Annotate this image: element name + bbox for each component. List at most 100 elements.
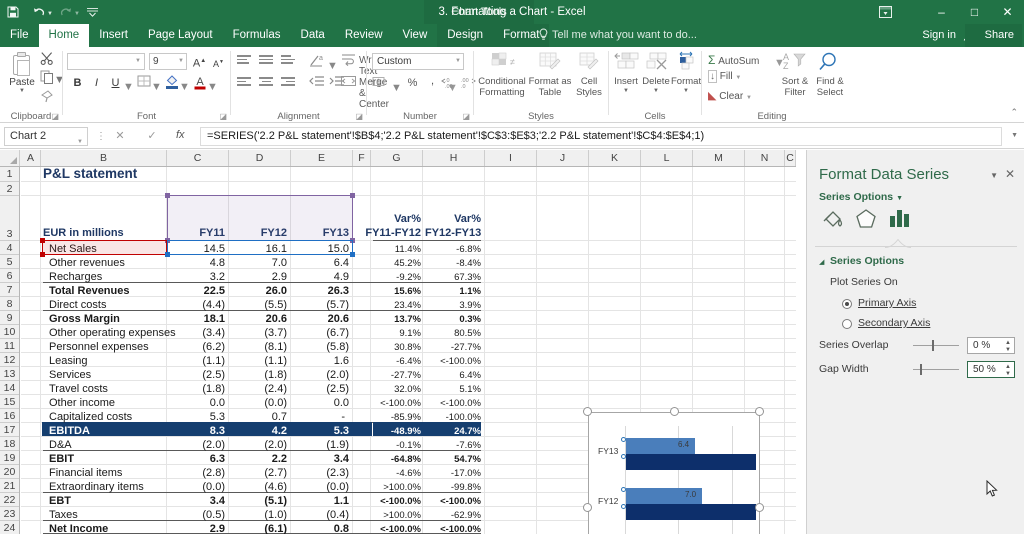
table-cell[interactable]: -99.8% [425,481,481,495]
cut-scissors-icon[interactable] [40,51,57,68]
chart-series-name-highlight[interactable] [42,240,167,255]
row-header-21[interactable]: 21 [0,479,19,493]
font-color-icon[interactable]: A [191,74,208,92]
col-header-N[interactable]: N [745,150,785,166]
table-cell[interactable]: (1.0) [233,508,287,522]
table-cell[interactable]: 20.6 [295,312,349,326]
table-cell[interactable]: (0.0) [233,396,287,410]
table-cell[interactable]: (8.1) [233,340,287,354]
table-cell[interactable]: 5.1% [425,383,481,397]
table-cell[interactable]: 26.0 [233,284,287,298]
table-row-label[interactable]: Gross Margin [49,312,120,326]
decrease-font-size-icon[interactable]: A▼ [210,53,227,70]
table-cell[interactable]: 8.3 [171,424,225,438]
row-header-2[interactable]: 2 [0,182,19,196]
format-cells-button[interactable]: Format ▼ [671,51,701,94]
table-cell[interactable]: -6.8% [425,243,481,257]
table-row-label[interactable]: EBIT [49,452,74,466]
table-cell[interactable]: 1.6 [295,354,349,368]
table-cell[interactable]: (1.1) [233,354,287,368]
col-header-B[interactable]: B [41,150,167,166]
table-cell[interactable]: (2.0) [295,368,349,382]
table-cell[interactable]: 26.3 [295,284,349,298]
table-cell[interactable]: (0.0) [171,480,225,494]
sort-filter-button[interactable]: AZ Sort & Filter [778,51,812,98]
conditional-formatting-button[interactable]: ≠ Conditional Formatting [476,51,528,98]
col-header-I[interactable]: I [485,150,537,166]
pane-subtitle[interactable]: Series Options ▼ [819,191,903,203]
table-row-label[interactable]: Recharges [49,270,102,284]
resize-handle-ne[interactable] [755,407,764,416]
col-header-F[interactable]: F [353,150,371,166]
bar-net-sales-fy13[interactable] [626,454,756,470]
series-selection-handle[interactable] [621,487,626,492]
tab-home[interactable]: Home [38,24,90,47]
decrease-indent-icon[interactable] [309,75,328,92]
table-cell[interactable]: 1.1 [295,494,349,508]
bold-button[interactable]: B [69,74,86,92]
col-header-D[interactable]: D [229,150,291,166]
table-cell[interactable]: (2.8) [171,466,225,480]
table-cell[interactable]: 22.5 [171,284,225,298]
table-cell[interactable]: -48.9% [365,425,421,439]
formula-bar-grip[interactable]: ⋮ [96,131,106,142]
row-header-23[interactable]: 23 [0,507,19,521]
col-header-E[interactable]: E [291,150,353,166]
table-cell[interactable]: >100.0% [365,481,421,495]
align-middle-icon[interactable] [259,53,278,70]
select-all-corner[interactable] [0,150,20,166]
table-cell[interactable]: (2.7) [233,466,287,480]
row-header-20[interactable]: 20 [0,465,19,479]
series-options-chart-icon[interactable] [887,206,913,235]
table-cell[interactable]: -64.8% [365,453,421,467]
table-cell[interactable]: 20.6 [233,312,287,326]
series-overlap-spin-up[interactable]: ▲ [1005,340,1021,346]
cell-styles-button[interactable]: Cell Styles [572,51,606,98]
table-row-label[interactable]: Other income [49,396,115,410]
gap-width-thumb[interactable] [920,364,922,375]
table-cell[interactable]: <-100.0% [421,495,481,509]
series-overlap-thumb[interactable] [932,340,934,351]
tab-design[interactable]: Design [437,24,494,47]
series-overlap-track[interactable] [913,345,959,346]
table-cell[interactable]: 6.4% [425,369,481,383]
row-header-8[interactable]: 8 [0,297,19,311]
resize-handle-nw[interactable] [583,407,592,416]
table-cell[interactable]: (2.3) [295,466,349,480]
row-header-5[interactable]: 5 [0,255,19,269]
table-cell[interactable]: 18.1 [171,312,225,326]
gap-width-spin-down[interactable]: ▼ [1005,371,1021,377]
row-header-18[interactable]: 18 [0,437,19,451]
align-center-icon[interactable] [259,75,278,92]
table-cell[interactable]: (1.8) [233,368,287,382]
col-header-H[interactable]: H [423,150,485,166]
ribbon-display-options-icon[interactable] [870,0,900,24]
table-cell[interactable]: 9.1% [365,327,421,341]
fill-caret[interactable]: ▼ [735,75,741,81]
table-cell[interactable]: 23.4% [365,299,421,313]
table-cell[interactable]: 7.0 [233,256,287,270]
table-cell[interactable]: 2.2 [233,452,287,466]
row-header-3[interactable]: 3 [0,196,19,241]
row-header-16[interactable]: 16 [0,409,19,423]
col-header-L[interactable]: L [641,150,693,166]
table-cell[interactable]: 0.3% [425,313,481,327]
table-cell[interactable]: 0.7 [233,410,287,424]
table-cell[interactable]: (2.4) [233,382,287,396]
table-cell[interactable]: (3.4) [171,326,225,340]
row-header-19[interactable]: 19 [0,451,19,465]
font-name-input[interactable] [67,53,145,70]
table-cell[interactable]: (6.2) [171,340,225,354]
table-row-label[interactable]: Other revenues [49,256,125,270]
col-header-C[interactable]: C [167,150,229,166]
table-row-label[interactable]: D&A [49,438,72,452]
table-row-label[interactable]: Leasing [49,354,88,368]
row-header-17[interactable]: 17 [0,423,19,437]
table-cell[interactable]: (1.9) [295,438,349,452]
table-cell[interactable]: -4.6% [365,467,421,481]
paste-dropdown-caret[interactable]: ▼ [6,88,38,94]
table-cell[interactable]: (0.4) [295,508,349,522]
comma-style-button[interactable]: , [423,75,442,92]
table-cell[interactable]: 24.7% [425,425,481,439]
effects-pentagon-icon[interactable] [853,206,879,235]
